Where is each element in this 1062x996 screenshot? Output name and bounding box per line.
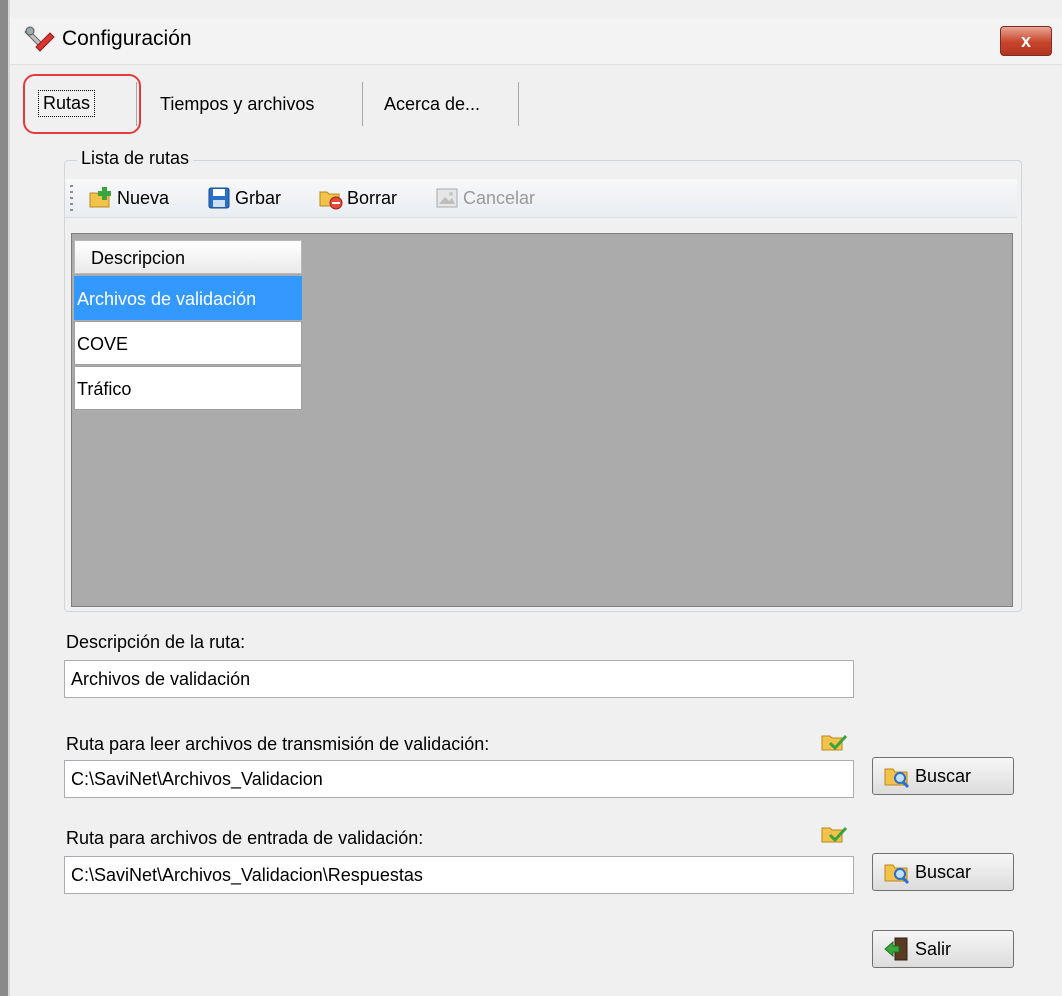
browse-button-label: Buscar: [915, 765, 972, 786]
tab-acerca-de[interactable]: Acerca de...: [384, 94, 480, 115]
close-button[interactable]: x: [1000, 26, 1052, 56]
tab-separator: [136, 82, 137, 126]
table-row[interactable]: Tráfico: [74, 366, 302, 410]
routes-group-legend: Lista de rutas: [77, 148, 194, 169]
toolbar-grip[interactable]: [70, 185, 73, 211]
description-label: Descripción de la ruta:: [66, 632, 246, 652]
cancel-button[interactable]: Cancelar: [435, 185, 535, 211]
exit-door-icon: [884, 937, 908, 961]
tab-label: Acerca de...: [384, 94, 481, 114]
read-path-label: Ruta para leer archivos de transmisión d…: [66, 734, 490, 754]
table-row[interactable]: Archivos de validación: [74, 276, 302, 320]
save-button[interactable]: Grbar: [207, 185, 281, 211]
exit-button[interactable]: Salir: [872, 930, 1014, 968]
delete-button-label: Borrar: [347, 187, 398, 208]
tab-tiempos-y-archivos[interactable]: Tiempos y archivos: [160, 94, 314, 115]
tab-label: Rutas: [43, 93, 91, 113]
read-path-field[interactable]: C:\SaviNet\Archivos_Validacion: [64, 760, 854, 798]
window-border-inner: [8, 0, 10, 996]
new-button[interactable]: Nueva: [89, 185, 169, 211]
folder-check-icon: [821, 734, 848, 751]
tab-strip: Rutas Tiempos y archivos Acerca de...: [10, 64, 1062, 144]
routes-toolbar: Nueva Grbar Borrar Cancelar: [65, 179, 1017, 218]
browse-input-path-button[interactable]: Buscar: [872, 853, 1014, 891]
tab-label: Tiempos y archivos: [160, 94, 315, 114]
title-bar[interactable]: Configuración x: [10, 18, 1062, 65]
input-path-label: Ruta para archivos de entrada de validac…: [66, 828, 424, 848]
browse-read-path-button[interactable]: Buscar: [872, 757, 1014, 795]
delete-folder-icon: [319, 191, 343, 210]
tab-separator: [518, 82, 519, 126]
tools-icon: [24, 26, 55, 52]
input-path-field[interactable]: C:\SaviNet\Archivos_Validacion\Respuesta…: [64, 856, 854, 894]
table-row[interactable]: COVE: [74, 321, 302, 365]
folder-check-icon: [821, 826, 848, 843]
save-button-label: Grbar: [235, 187, 282, 208]
new-button-label: Nueva: [117, 187, 170, 208]
configuration-window: Configuración x Rutas Tiempos y archivos…: [0, 0, 1062, 996]
window-title: Configuración: [62, 27, 192, 50]
folder-search-icon: [884, 768, 910, 789]
tab-separator: [362, 82, 363, 126]
cancel-button-label: Cancelar: [463, 187, 536, 208]
folder-search-icon: [884, 864, 910, 885]
routes-grid[interactable]: Descripcion Archivos de validación COVE …: [71, 233, 1013, 607]
routes-group: Lista de rutas Nueva Grbar Borrar Cancel…: [64, 148, 1022, 612]
exit-button-label: Salir: [915, 938, 952, 959]
browse-button-label: Buscar: [915, 861, 972, 882]
delete-button[interactable]: Borrar: [319, 185, 397, 211]
save-icon: [208, 187, 230, 209]
column-header-descripcion[interactable]: Descripcion: [74, 240, 302, 274]
window-border: [0, 0, 8, 996]
new-folder-icon: [89, 187, 111, 208]
close-icon: x: [1020, 31, 1031, 51]
tab-rutas[interactable]: Rutas: [38, 90, 96, 117]
description-field[interactable]: Archivos de validación: [64, 660, 854, 698]
cancel-image-icon: [436, 188, 458, 208]
